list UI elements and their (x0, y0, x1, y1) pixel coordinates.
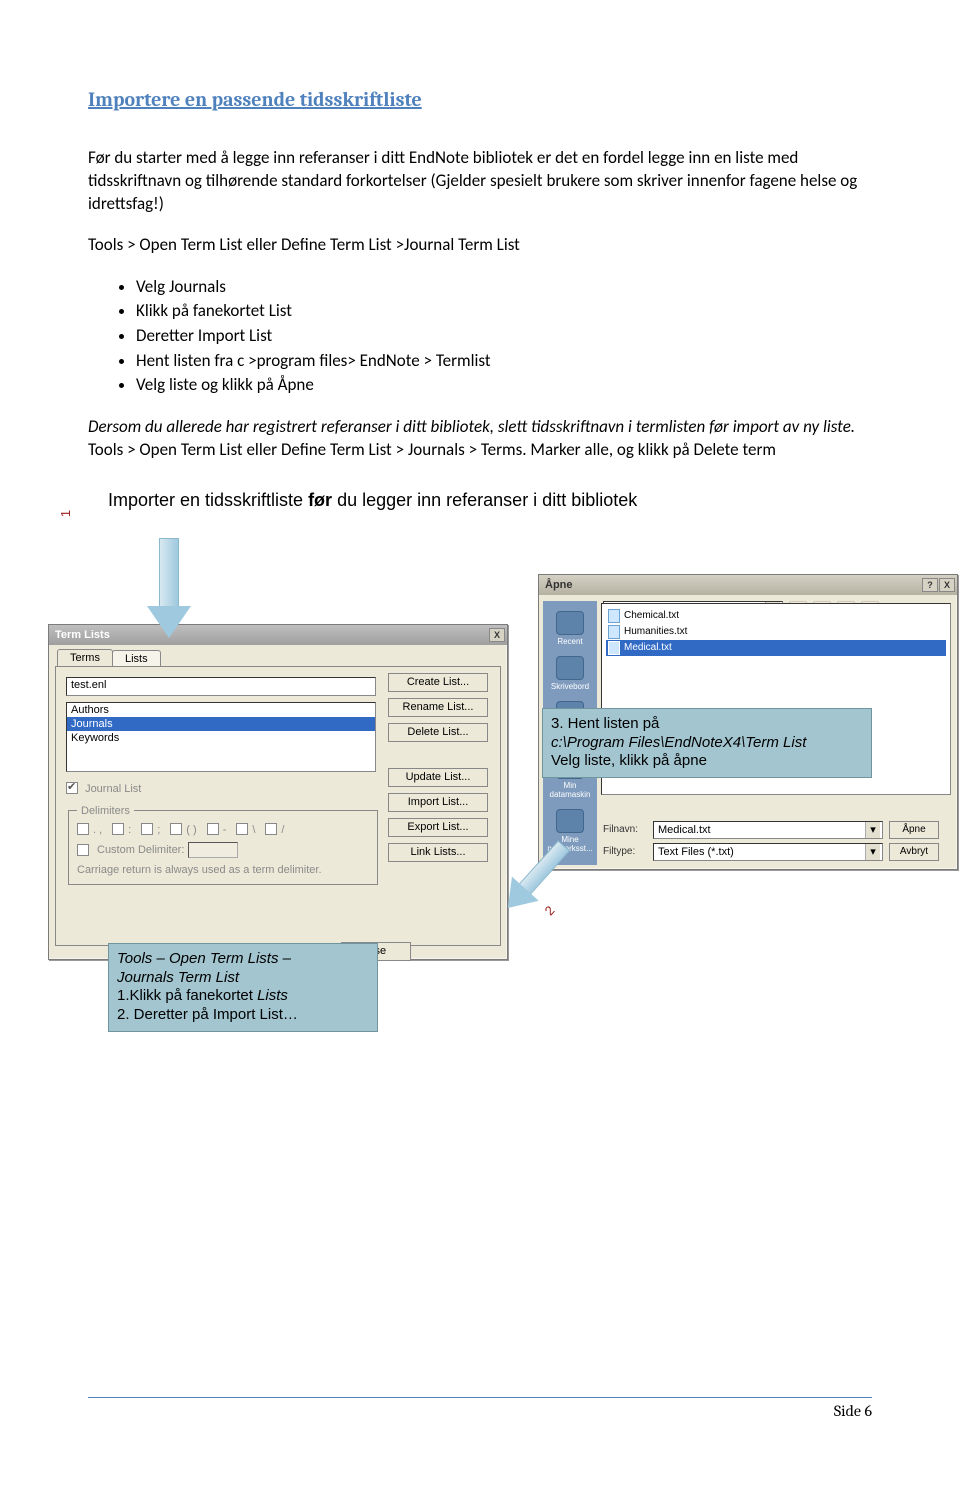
delim-checkbox (265, 823, 277, 835)
figure-heading-post: du legger inn referanser i ditt bibliote… (332, 490, 637, 510)
callout-line: 2. Deretter på Import List… (117, 1006, 369, 1025)
arrow-2-label: 2 (542, 903, 558, 918)
callout-line: c:\Program Files\EndNoteX4\Term List (551, 734, 863, 753)
delim-label: : (128, 824, 131, 836)
delim-checkbox (170, 823, 182, 835)
note: Dersom du allerede har registrert refera… (88, 416, 872, 462)
create-list-button[interactable]: Create List... (388, 673, 488, 692)
callout-line: Journals Term List (117, 969, 369, 988)
journal-list-label: Journal List (85, 783, 141, 795)
list-item: Velg liste og klikk på Åpne (136, 373, 872, 398)
delim-label: / (281, 824, 284, 836)
delimiters-legend: Delimiters (77, 805, 134, 817)
callout-step3: 3. Hent listen på c:\Program Files\EndNo… (542, 708, 872, 778)
filename-label: Filnavn: (603, 824, 647, 835)
file-item[interactable]: Medical.txt (606, 640, 946, 656)
list-item[interactable]: Authors (67, 703, 375, 717)
note-plain: Tools > Open Term List eller Define Term… (88, 439, 776, 460)
file-icon (608, 609, 620, 623)
delim-checkbox (112, 823, 124, 835)
close-icon[interactable]: X (939, 578, 955, 592)
filetype-label: Filtype: (603, 846, 647, 857)
termlist-listbox[interactable]: Authors Journals Keywords (66, 702, 376, 772)
figure-heading-bold: før (308, 490, 332, 510)
filetype-dropdown[interactable]: Text Files (*.txt) (653, 843, 883, 861)
delim-label: ( ) (186, 824, 196, 836)
tools-path: Tools > Open Term List eller Define Term… (88, 234, 872, 257)
filename-input[interactable]: Medical.txt (653, 821, 883, 839)
delim-label: - (223, 824, 227, 836)
delimiters-group: Delimiters . , : ; ( ) - \ / Custom Deli… (68, 805, 378, 885)
custom-delim-label: Custom Delimiter: (97, 844, 184, 856)
dialog-title: Åpne (545, 579, 573, 591)
list-item[interactable]: Journals (67, 717, 375, 731)
file-item[interactable]: Humanities.txt (606, 624, 946, 640)
bullet-list: Velg Journals Klikk på fanekortet List D… (88, 275, 872, 398)
place-recent[interactable]: Recent (543, 607, 597, 652)
callout-line: 3. Hent listen på (551, 715, 863, 734)
list-item[interactable]: Keywords (67, 731, 375, 745)
intro-paragraph: Før du starter med å legge inn referanse… (88, 147, 872, 216)
delim-checkbox (77, 823, 89, 835)
open-button[interactable]: Åpne (889, 821, 939, 839)
termlist-name-input[interactable]: test.enl (66, 677, 376, 696)
help-icon[interactable]: ? (922, 578, 938, 592)
update-list-button[interactable]: Update List... (388, 768, 488, 787)
callout-line: 1.Klikk på fanekortet Lists (117, 987, 369, 1006)
note-italic: Dersom du allerede har registrert refera… (88, 416, 855, 437)
titlebar: Åpne ? X (539, 575, 957, 595)
section-title: Importere en passende tidsskriftliste (88, 88, 872, 111)
file-item[interactable]: Chemical.txt (606, 608, 946, 624)
custom-delim-input (188, 842, 238, 858)
titlebar: Term Lists X (49, 625, 507, 645)
cancel-button[interactable]: Avbryt (889, 843, 939, 861)
delim-label: . , (93, 824, 102, 836)
page-footer: Side 6 (88, 1397, 872, 1420)
import-list-button[interactable]: Import List... (388, 793, 488, 812)
place-desktop[interactable]: Skrivebord (543, 652, 597, 697)
delim-label: ; (157, 824, 160, 836)
delim-checkbox (141, 823, 153, 835)
arrow-down-icon (147, 538, 191, 638)
export-list-button[interactable]: Export List... (388, 818, 488, 837)
callout-line: Tools – Open Term Lists – (117, 950, 369, 969)
tab-lists[interactable]: Lists (112, 650, 161, 667)
file-icon (608, 641, 620, 655)
list-item: Velg Journals (136, 275, 872, 300)
custom-delim-checkbox (77, 844, 89, 856)
rename-list-button[interactable]: Rename List... (388, 698, 488, 717)
close-icon[interactable]: X (489, 628, 505, 642)
link-lists-button[interactable]: Link Lists... (388, 843, 488, 862)
callout-line: Velg liste, klikk på åpne (551, 752, 863, 771)
figure-heading-pre: Importer en tidsskriftliste (108, 490, 308, 510)
list-item: Deretter Import List (136, 324, 872, 349)
carriage-note: Carriage return is always used as a term… (77, 864, 369, 876)
dialog-title: Term Lists (55, 629, 110, 641)
journal-list-checkbox (66, 782, 78, 794)
callout-steps12: Tools – Open Term Lists – Journals Term … (108, 943, 378, 1032)
term-lists-dialog: Term Lists X Terms Lists test.enl Author… (48, 624, 508, 960)
delim-checkbox (236, 823, 248, 835)
list-item: Klikk på fanekortet List (136, 299, 872, 324)
arrow-1-label: 1 (58, 510, 73, 517)
delim-checkbox (207, 823, 219, 835)
tab-terms[interactable]: Terms (57, 649, 113, 666)
delete-list-button[interactable]: Delete List... (388, 723, 488, 742)
delim-label: \ (252, 824, 255, 836)
list-item: Hent listen fra c >program files> EndNot… (136, 349, 872, 374)
file-icon (608, 625, 620, 639)
figure-heading: Importer en tidsskriftliste før du legge… (108, 490, 637, 511)
figure: Importer en tidsskriftliste før du legge… (48, 484, 878, 1044)
